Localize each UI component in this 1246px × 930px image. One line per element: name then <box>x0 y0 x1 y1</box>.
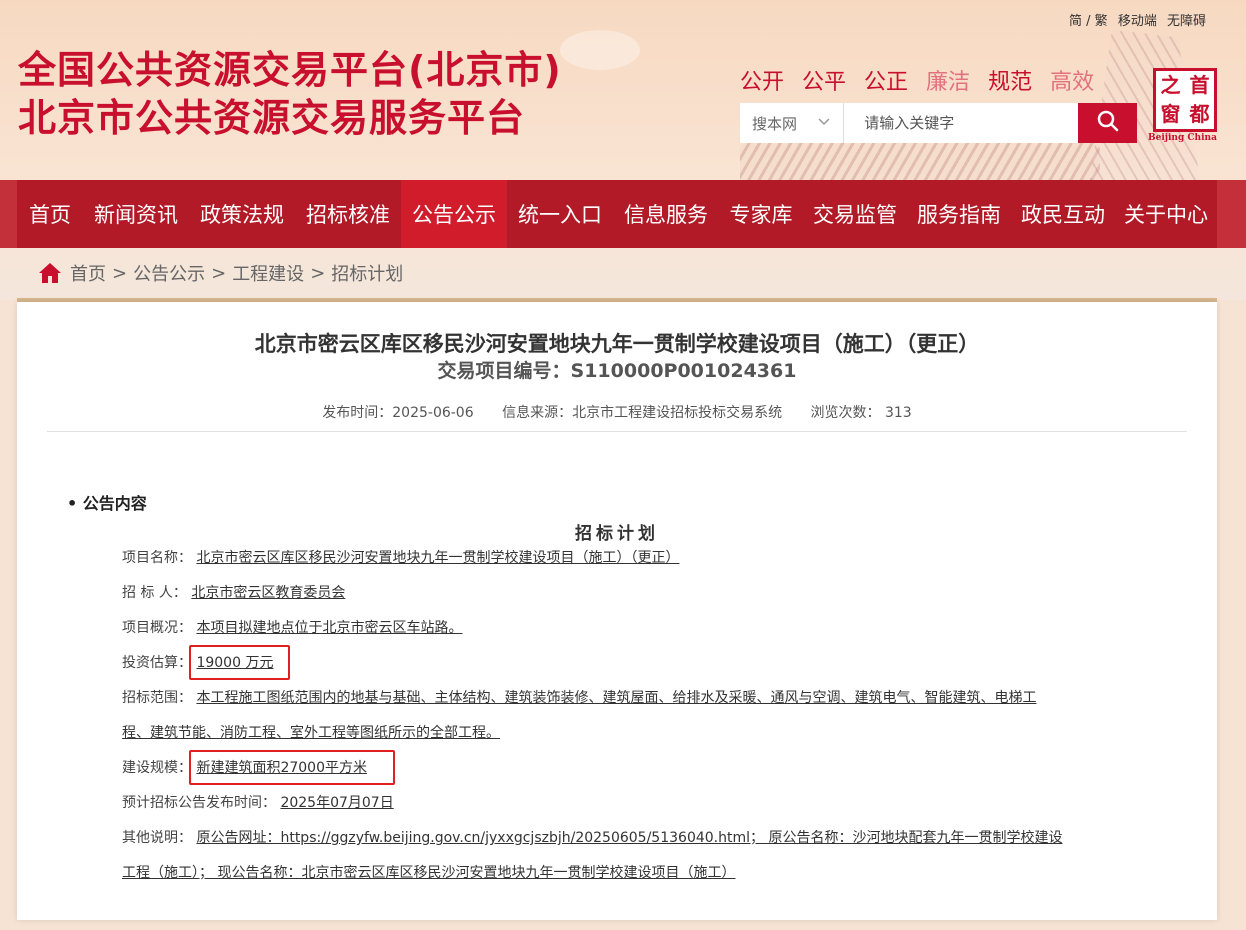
mobile-link[interactable]: 移动端 <box>1118 14 1157 29</box>
value-item: 高效 <box>1050 70 1095 95</box>
search-scope-select[interactable]: 搜本网 <box>740 103 845 143</box>
value-item: 公正 <box>864 70 909 95</box>
breadcrumb-separator: > <box>211 262 227 284</box>
field-label: 招 标 人： <box>122 585 187 601</box>
nav-item-announcements[interactable]: 公告公示 <box>401 180 507 248</box>
search-button[interactable] <box>1078 103 1137 143</box>
field-label: 项目概况： <box>122 620 192 636</box>
field-label: 其他说明： <box>122 830 192 846</box>
highlight-box <box>189 750 395 785</box>
capital-window-logo[interactable]: 之 首 窗 都 <box>1153 68 1217 132</box>
value-item: 规范 <box>988 70 1033 95</box>
value-item: 公平 <box>802 70 847 95</box>
nav-item-info-service[interactable]: 信息服务 <box>613 180 719 248</box>
breadcrumb-home[interactable]: 首页 <box>70 260 106 286</box>
field-label: 项目名称： <box>122 550 192 566</box>
publish-time: 发布时间：2025-06-06 <box>322 405 474 421</box>
divider <box>47 431 1187 432</box>
logo-caption: Beijing China <box>1148 133 1217 143</box>
home-icon <box>38 261 62 285</box>
search-scope-label: 搜本网 <box>752 114 798 133</box>
nav-item-unified-entry[interactable]: 统一入口 <box>507 180 613 248</box>
nav-edge <box>0 180 17 248</box>
breadcrumb: 首页 > 公告公示 > 工程建设 > 招标计划 <box>38 260 403 286</box>
nav-item-interaction[interactable]: 政民互动 <box>1011 180 1115 248</box>
field-expected-date: 预计招标公告发布时间： 2025年07月07日 <box>122 793 394 813</box>
nav-edge <box>1217 180 1246 248</box>
field-overview: 项目概况： 本项目拟建地点位于北京市密云区车站路。 <box>122 618 462 638</box>
site-title: 全国公共资源交易平台(北京市) 北京市公共资源交易服务平台 <box>18 46 562 142</box>
accessibility-link[interactable]: 无障碍 <box>1167 14 1206 29</box>
field-value: 2025年07月07日 <box>280 795 394 811</box>
highlight-box <box>189 645 290 680</box>
article-card: 北京市密云区库区移民沙河安置地块九年一贯制学校建设项目（施工）（更正） 交易项目… <box>17 302 1217 920</box>
nav-item-approval[interactable]: 招标核准 <box>295 180 401 248</box>
field-label: 招标范围： <box>122 690 192 706</box>
simplified-traditional-link[interactable]: 简 / 繁 <box>1069 14 1108 29</box>
nav-item-about[interactable]: 关于中心 <box>1115 180 1217 248</box>
field-scope-continued: 程、建筑节能、消防工程、室外工程等图纸所示的全部工程。 <box>122 723 500 743</box>
logo-char: 都 <box>1189 102 1210 126</box>
field-value: 本项目拟建地点位于北京市密云区车站路。 <box>196 620 463 636</box>
article-meta: 发布时间：2025-06-06 信息来源：北京市工程建设招标投标交易系统 浏览次… <box>17 402 1217 422</box>
field-value: 原公告网址：https://ggzyfw.beijing.gov.cn/jyxx… <box>196 830 1063 846</box>
dove-decoration <box>560 30 640 70</box>
logo-char: 之 <box>1160 73 1181 97</box>
logo-char: 首 <box>1189 73 1210 97</box>
search-icon <box>1096 109 1120 137</box>
field-label: 投资估算： <box>122 655 192 671</box>
value-item: 廉洁 <box>926 70 971 95</box>
field-value: 工程（施工）； 现公告名称：北京市密云区库区移民沙河安置地块九年一贯制学校建设项… <box>122 865 736 881</box>
field-other: 其他说明： 原公告网址：https://ggzyfw.beijing.gov.c… <box>122 828 1062 848</box>
field-tenderer: 招 标 人： 北京市密云区教育委员会 <box>122 583 345 603</box>
field-project-name: 项目名称： 北京市密云区库区移民沙河安置地块九年一贯制学校建设项目（施工）（更正… <box>122 548 679 568</box>
core-values: 公开 公平 公正 廉洁 规范 高效 <box>740 64 1094 96</box>
nav-item-policy[interactable]: 政策法规 <box>189 180 295 248</box>
field-value: 本工程施工图纸范围内的地基与基础、主体结构、建筑装饰装修、建筑屋面、给排水及采暖… <box>196 690 1037 706</box>
field-value: 北京市密云区库区移民沙河安置地块九年一贯制学校建设项目（施工）（更正） <box>196 550 680 566</box>
search-input[interactable] <box>844 103 1079 143</box>
logo-char: 窗 <box>1160 102 1181 126</box>
section-heading: • 公告内容 <box>67 494 147 513</box>
breadcrumb-separator: > <box>310 262 326 284</box>
chevron-down-icon <box>817 116 831 130</box>
utility-links: 简 / 繁 移动端 无障碍 <box>1063 10 1206 29</box>
view-count: 浏览次数： 313 <box>810 405 912 421</box>
value-item: 公开 <box>740 70 785 95</box>
field-label: 建设规模： <box>122 760 192 776</box>
breadcrumb-bid-plan[interactable]: 招标计划 <box>331 260 403 286</box>
search-bar: 搜本网 <box>740 103 1137 143</box>
main-nav: 首页 新闻资讯 政策法规 招标核准 公告公示 统一入口 信息服务 专家库 交易监… <box>17 180 1217 248</box>
project-code: 交易项目编号：S110000P001024361 <box>437 360 797 382</box>
field-scope: 招标范围： 本工程施工图纸范围内的地基与基础、主体结构、建筑装饰装修、建筑屋面、… <box>122 688 1036 708</box>
breadcrumb-announcements[interactable]: 公告公示 <box>133 260 205 286</box>
breadcrumb-engineering[interactable]: 工程建设 <box>232 260 304 286</box>
info-source: 信息来源：北京市工程建设招标投标交易系统 <box>502 405 783 421</box>
field-value: 程、建筑节能、消防工程、室外工程等图纸所示的全部工程。 <box>122 725 500 741</box>
nav-item-supervision[interactable]: 交易监管 <box>803 180 907 248</box>
site-title-line1: 全国公共资源交易平台(北京市) <box>18 48 562 92</box>
breadcrumb-separator: > <box>112 262 128 284</box>
article-title: 北京市密云区库区移民沙河安置地块九年一贯制学校建设项目（施工）（更正） <box>254 332 980 356</box>
doc-heading: 招标计划 <box>575 524 659 544</box>
nav-item-guide[interactable]: 服务指南 <box>907 180 1011 248</box>
nav-item-news[interactable]: 新闻资讯 <box>83 180 189 248</box>
nav-item-experts[interactable]: 专家库 <box>719 180 803 248</box>
site-title-line2: 北京市公共资源交易服务平台 <box>18 96 526 140</box>
field-value: 北京市密云区教育委员会 <box>191 585 346 601</box>
field-label: 预计招标公告发布时间： <box>122 795 276 811</box>
field-other-continued: 工程（施工）； 现公告名称：北京市密云区库区移民沙河安置地块九年一贯制学校建设项… <box>122 863 735 883</box>
nav-item-home[interactable]: 首页 <box>17 180 83 248</box>
